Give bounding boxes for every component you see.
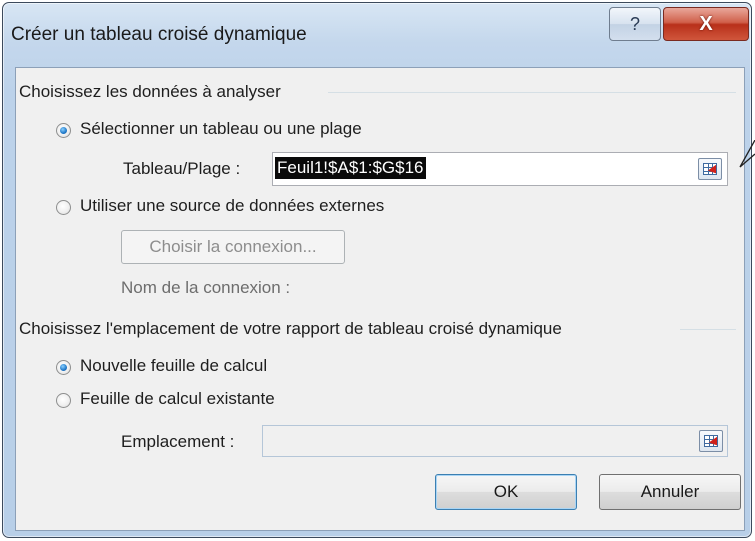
close-button[interactable]: X bbox=[663, 7, 749, 41]
data-section-divider bbox=[328, 92, 736, 93]
radio-select-table-label[interactable]: Sélectionner un tableau ou une plage bbox=[80, 119, 362, 139]
radio-external-source[interactable] bbox=[56, 200, 71, 215]
table-range-input[interactable]: Feuil1!$A$1:$G$16 bbox=[272, 152, 728, 186]
dialog-title: Créer un tableau croisé dynamique bbox=[11, 24, 307, 45]
table-range-ref-button[interactable] bbox=[698, 158, 722, 180]
title-bar[interactable]: Créer un tableau croisé dynamique ? X bbox=[3, 3, 751, 67]
location-section-heading: Choisissez l'emplacement de votre rappor… bbox=[19, 319, 562, 338]
dialog-body: Choisissez les données à analyser Sélect… bbox=[15, 67, 745, 531]
location-ref-button[interactable] bbox=[699, 430, 723, 452]
radio-existing-sheet[interactable] bbox=[56, 393, 71, 408]
close-icon: X bbox=[699, 12, 713, 35]
table-range-value: Feuil1!$A$1:$G$16 bbox=[275, 157, 426, 179]
help-button[interactable]: ? bbox=[609, 7, 661, 41]
table-range-label: Tableau/Plage : bbox=[123, 159, 241, 178]
choose-connection-button[interactable]: Choisir la connexion... bbox=[121, 230, 345, 264]
cancel-button[interactable]: Annuler bbox=[599, 474, 741, 510]
data-section-heading: Choisissez les données à analyser bbox=[19, 82, 281, 101]
callout-pointer bbox=[739, 140, 755, 168]
dialog-window: Créer un tableau croisé dynamique ? X Ch… bbox=[2, 2, 752, 538]
radio-new-sheet-label[interactable]: Nouvelle feuille de calcul bbox=[80, 356, 267, 376]
location-input[interactable] bbox=[262, 425, 728, 457]
radio-select-table[interactable] bbox=[56, 123, 71, 138]
location-section-divider bbox=[680, 329, 736, 330]
radio-external-source-label[interactable]: Utiliser une source de données externes bbox=[80, 196, 384, 216]
location-label: Emplacement : bbox=[121, 432, 235, 451]
connection-name-label: Nom de la connexion : bbox=[121, 278, 291, 297]
help-icon: ? bbox=[629, 13, 640, 34]
radio-existing-sheet-label[interactable]: Feuille de calcul existante bbox=[80, 389, 275, 409]
radio-new-sheet[interactable] bbox=[56, 360, 71, 375]
ok-button[interactable]: OK bbox=[435, 474, 577, 510]
